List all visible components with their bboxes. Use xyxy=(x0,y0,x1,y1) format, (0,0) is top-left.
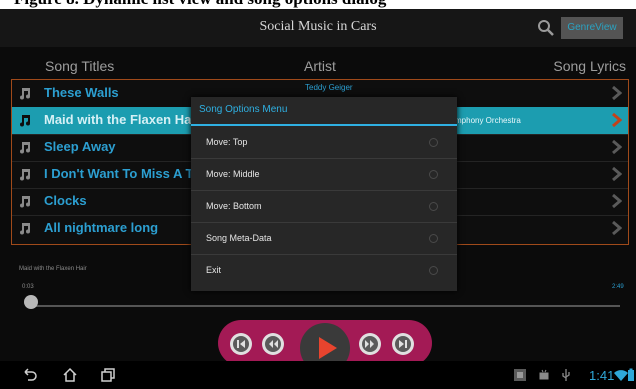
skip-next-button[interactable] xyxy=(392,333,414,355)
fast-forward-button[interactable] xyxy=(359,333,381,355)
music-note-icon xyxy=(20,223,30,235)
artist-peek: Teddy Geiger xyxy=(305,83,353,92)
back-icon[interactable] xyxy=(22,367,38,383)
battery-icon xyxy=(628,368,634,381)
option-label: Song Meta-Data xyxy=(206,233,272,243)
song-title: Clocks xyxy=(44,193,87,208)
song-options-dialog: Song Options Menu Move: Top Move: Middle… xyxy=(191,97,457,291)
chevron-right-icon[interactable] xyxy=(610,139,622,155)
music-note-icon xyxy=(20,115,30,127)
song-title: Maid with the Flaxen Hair xyxy=(44,112,201,127)
android-debug-icon xyxy=(539,369,549,380)
rewind-icon xyxy=(265,336,281,352)
genre-view-button[interactable]: GenreView xyxy=(561,17,623,39)
chevron-right-icon[interactable] xyxy=(610,85,622,101)
seek-bar[interactable] xyxy=(33,305,620,307)
option-exit[interactable]: Exit xyxy=(191,254,457,286)
option-label: Move: Top xyxy=(206,137,248,147)
chevron-right-icon[interactable] xyxy=(610,112,622,128)
radio-button[interactable] xyxy=(429,138,438,147)
system-nav-bar: 1:41 xyxy=(0,361,636,389)
home-icon[interactable] xyxy=(62,367,78,383)
chevron-right-icon[interactable] xyxy=(610,166,622,182)
usb-icon xyxy=(562,369,570,381)
radio-button[interactable] xyxy=(429,202,438,211)
option-label: Exit xyxy=(206,265,222,275)
option-move-top[interactable]: Move: Top xyxy=(191,126,457,159)
elapsed-time: 0:03 xyxy=(22,284,34,290)
chevron-right-icon[interactable] xyxy=(610,220,622,236)
action-bar: Social Music in Cars GenreView xyxy=(0,9,636,47)
song-title: These Walls xyxy=(44,85,119,100)
radio-button[interactable] xyxy=(429,170,438,179)
music-note-icon xyxy=(20,196,30,208)
skip-previous-icon xyxy=(233,336,249,352)
music-note-icon xyxy=(20,142,30,154)
seek-thumb[interactable] xyxy=(24,295,38,309)
now-playing-title: Maid with the Flaxen Hair xyxy=(19,266,87,272)
dialog-title: Song Options Menu xyxy=(199,104,288,115)
chevron-right-icon[interactable] xyxy=(610,193,622,209)
total-time: 2:49 xyxy=(612,284,624,290)
music-note-icon xyxy=(20,88,30,100)
recent-apps-icon[interactable] xyxy=(100,367,116,383)
skip-previous-button[interactable] xyxy=(230,333,252,355)
option-move-middle[interactable]: Move: Middle xyxy=(191,158,457,191)
header-song-titles: Song Titles xyxy=(45,58,115,74)
header-song-lyrics: Song Lyrics xyxy=(553,58,626,74)
status-clock: 1:41 xyxy=(589,368,615,383)
artist-peek: mphony Orchestra xyxy=(455,116,521,125)
option-label: Move: Middle xyxy=(206,169,260,179)
caption-crop: Figure 8. Dynamic list view and song opt… xyxy=(0,0,636,9)
fast-forward-icon xyxy=(362,336,378,352)
rewind-button[interactable] xyxy=(262,333,284,355)
tablet-screen: Social Music in Cars GenreView Song Titl… xyxy=(0,9,636,389)
song-title: All nightmare long xyxy=(44,220,159,235)
caption-text: Figure 8. Dynamic list view and song opt… xyxy=(14,0,386,9)
column-headers: Song Titles Artist Song Lyrics xyxy=(0,53,636,79)
option-move-bottom[interactable]: Move: Bottom xyxy=(191,190,457,223)
skip-next-icon xyxy=(395,336,411,352)
music-note-icon xyxy=(20,169,30,181)
option-song-meta-data[interactable]: Song Meta-Data xyxy=(191,222,457,255)
radio-button[interactable] xyxy=(429,234,438,243)
search-icon[interactable] xyxy=(536,18,556,38)
header-artist: Artist xyxy=(304,58,336,74)
gallery-notification-icon xyxy=(514,369,526,381)
radio-button[interactable] xyxy=(429,266,438,275)
option-label: Move: Bottom xyxy=(206,201,262,211)
song-title: Sleep Away xyxy=(44,139,116,154)
